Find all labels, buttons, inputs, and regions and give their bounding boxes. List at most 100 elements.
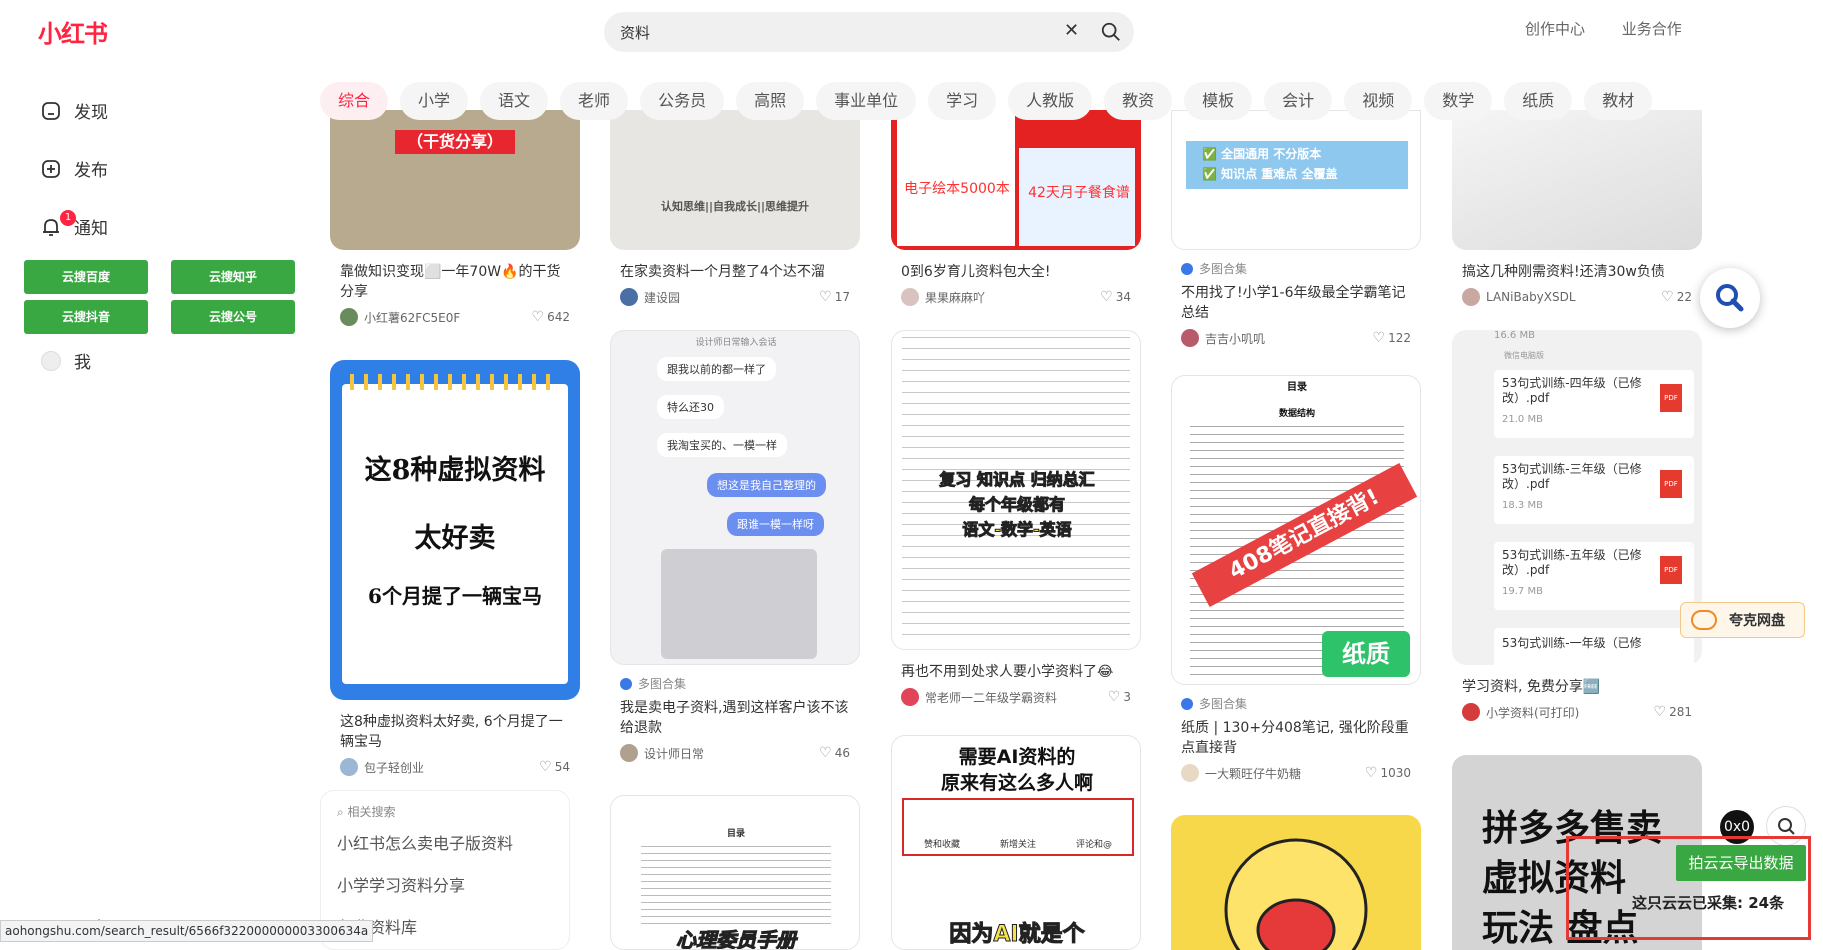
export-data-button[interactable]: 拍云云导出数据 — [1676, 845, 1806, 881]
tab-item[interactable]: 纸质 — [1504, 82, 1573, 120]
tab-item[interactable]: 模板 — [1184, 82, 1253, 120]
note-card[interactable]: 目录 数据结构 408笔记直接背! 纸质 多图合集 纸质 | 130+分408笔… — [1171, 375, 1421, 782]
note-cover[interactable] — [1452, 110, 1702, 250]
author-name[interactable]: 小学资料(可打印) — [1486, 704, 1654, 721]
creator-center-link[interactable]: 创作中心 — [1525, 20, 1585, 38]
note-card[interactable]: 电子绘本5000本 42天月子餐食谱 0到6岁育儿资料包大全! 果果麻麻吖 ♡ 3… — [891, 110, 1141, 306]
author-name[interactable]: 设计师日常 — [644, 745, 819, 762]
author-name[interactable]: 小红薯62FC5E0F — [364, 309, 532, 326]
floating-search-button[interactable] — [1700, 268, 1760, 328]
note-title[interactable]: 纸质 | 130+分408笔记, 强化阶段重点直接背 — [1171, 718, 1421, 758]
note-cover[interactable]: 16.6 MB 微信电脑版 53句式训练-四年级（已修改）.pdf 21.0 M… — [1452, 330, 1702, 665]
clear-icon[interactable]: ✕ — [1064, 20, 1079, 41]
like-count[interactable]: ♡ 642 — [532, 309, 570, 325]
note-cover[interactable]: （干货分享） — [330, 110, 580, 250]
note-title[interactable]: 在家卖资料一个月整了4个达不溜 — [610, 262, 860, 282]
note-card[interactable]: 16.6 MB 微信电脑版 53句式训练-四年级（已修改）.pdf 21.0 M… — [1452, 330, 1702, 721]
author-name[interactable]: 常老师一二年级学霸资料 — [925, 689, 1108, 706]
search-input[interactable] — [620, 20, 1040, 44]
note-cover[interactable]: 目录 数据结构 408笔记直接背! 纸质 — [1171, 375, 1421, 685]
tab-item[interactable]: 公务员 — [640, 82, 725, 120]
tab-all[interactable]: 综合 — [320, 82, 389, 120]
search-icon[interactable] — [1100, 21, 1122, 43]
tab-item[interactable]: 老师 — [560, 82, 629, 120]
like-count[interactable]: ♡ 3 — [1108, 689, 1131, 705]
note-title[interactable]: 搞这几种刚需资料!还清30w负债 — [1452, 262, 1702, 282]
tab-item[interactable]: 数学 — [1424, 82, 1493, 120]
tab-item[interactable]: 视频 — [1344, 82, 1413, 120]
note-title[interactable]: 我是卖电子资料,遇到这样客户该不该给退款 — [610, 698, 860, 738]
avatar[interactable] — [340, 308, 358, 326]
cloud-search-zhihu-button[interactable]: 云搜知乎 — [171, 260, 295, 294]
note-cover[interactable]: 设计师日常输入会话 跟我以前的都一样了 特么还30 我淘宝买的、一模一样 想这是… — [610, 330, 860, 665]
tab-item[interactable]: 小学 — [400, 82, 469, 120]
author-name[interactable]: LANiBabyXSDL — [1486, 290, 1661, 304]
cloud-search-douyin-button[interactable]: 云搜抖音 — [24, 300, 148, 334]
note-cover[interactable]: 复习 知识点 归纳总汇 每个年级都有 语文-数学-英语 — [891, 330, 1141, 650]
avatar[interactable] — [620, 288, 638, 306]
note-title[interactable]: 靠做知识变现⬜一年70W🔥的干货分享 — [330, 262, 580, 302]
note-card[interactable]: 需要AI资料的 原来有这么多人啊 赞和收藏 新增关注 评论和@ 因为AI就是个 — [891, 735, 1141, 950]
xiaohongshu-logo[interactable]: 小红书 — [38, 14, 108, 49]
avatar[interactable] — [1181, 329, 1199, 347]
note-card[interactable]: 搞这几种刚需资料!还清30w负债 LANiBabyXSDL ♡ 22 — [1452, 110, 1702, 306]
tab-item[interactable]: 学习 — [928, 82, 997, 120]
note-title[interactable]: 不用找了!小学1-6年级最全学霸笔记总结 — [1171, 283, 1421, 323]
like-count[interactable]: ♡ 22 — [1661, 289, 1692, 305]
note-cover[interactable]: 目录 心理委员手册 — [610, 795, 860, 950]
cloud-search-baidu-button[interactable]: 云搜百度 — [24, 260, 148, 294]
note-cover[interactable]: 这8种虚拟资料 太好卖 6个月提了一辆宝马 — [330, 360, 580, 700]
note-card[interactable]: 认知思维||自我成长||思维提升 在家卖资料一个月整了4个达不溜 建设园 ♡ 17 — [610, 110, 860, 306]
note-cover[interactable]: ✅ 全国通用 不分版本 ✅ 知识点 重难点 全覆盖 — [1171, 110, 1421, 250]
tab-item[interactable]: 人教版 — [1008, 82, 1093, 120]
note-title[interactable]: 这8种虚拟资料太好卖, 6个月提了一辆宝马 — [330, 712, 580, 752]
note-card[interactable]: 这8种虚拟资料 太好卖 6个月提了一辆宝马 这8种虚拟资料太好卖, 6个月提了一… — [330, 360, 580, 776]
sidebar-item-publish[interactable]: 发布 — [40, 156, 108, 181]
related-search-item[interactable]: 小学学习资料分享 — [337, 872, 553, 896]
like-count[interactable]: ♡ 122 — [1373, 330, 1411, 346]
note-title[interactable]: 0到6岁育儿资料包大全! — [891, 262, 1141, 282]
note-card[interactable]: 目录 心理委员手册 — [610, 795, 860, 950]
like-count[interactable]: ♡ 17 — [819, 289, 850, 305]
avatar[interactable] — [620, 744, 638, 762]
note-cover[interactable] — [1171, 815, 1421, 950]
like-count[interactable]: ♡ 281 — [1654, 704, 1692, 720]
tab-item[interactable]: 会计 — [1264, 82, 1333, 120]
author-name[interactable]: 包子轻创业 — [364, 759, 539, 776]
tab-item[interactable]: 教资 — [1104, 82, 1173, 120]
author-name[interactable]: 建设园 — [644, 289, 819, 306]
note-card[interactable]: 设计师日常输入会话 跟我以前的都一样了 特么还30 我淘宝买的、一模一样 想这是… — [610, 330, 860, 762]
note-cover[interactable]: 电子绘本5000本 42天月子餐食谱 — [891, 110, 1141, 250]
business-link[interactable]: 业务合作 — [1622, 20, 1682, 38]
avatar[interactable] — [1462, 288, 1480, 306]
avatar[interactable] — [340, 758, 358, 776]
tab-item[interactable]: 语文 — [480, 82, 549, 120]
like-count[interactable]: ♡ 1030 — [1365, 765, 1411, 781]
cloud-search-wechat-button[interactable]: 云搜公号 — [171, 300, 295, 334]
author-name[interactable]: 一大颗旺仔牛奶糖 — [1205, 765, 1365, 782]
avatar[interactable] — [901, 288, 919, 306]
sidebar-item-me[interactable]: 我 — [40, 348, 91, 373]
note-title[interactable]: 再也不用到处求人要小学资料了😂 — [891, 662, 1141, 682]
quark-drive-button[interactable]: 夸克网盘 — [1680, 602, 1805, 638]
tab-item[interactable]: 高照 — [736, 82, 805, 120]
author-name[interactable]: 吉吉小叽叽 — [1205, 330, 1373, 347]
note-card[interactable]: ✅ 全国通用 不分版本 ✅ 知识点 重难点 全覆盖 多图合集 不用找了!小学1-… — [1171, 110, 1421, 347]
tab-item[interactable]: 教材 — [1584, 82, 1653, 120]
note-title[interactable]: 学习资料, 免费分享🆓 — [1452, 677, 1702, 697]
like-count[interactable]: ♡ 34 — [1100, 289, 1131, 305]
sidebar-item-discover[interactable]: 发现 — [40, 98, 108, 123]
author-name[interactable]: 果果麻麻吖 — [925, 289, 1100, 306]
note-card[interactable] — [1171, 815, 1421, 950]
sidebar-item-notifications[interactable]: 1 通知 — [40, 209, 108, 239]
tab-item[interactable]: 事业单位 — [816, 82, 917, 120]
note-card[interactable]: 复习 知识点 归纳总汇 每个年级都有 语文-数学-英语 再也不用到处求人要小学资… — [891, 330, 1141, 706]
note-card[interactable]: （干货分享） 靠做知识变现⬜一年70W🔥的干货分享 小红薯62FC5E0F ♡ 6… — [330, 110, 580, 326]
like-count[interactable]: ♡ 54 — [539, 759, 570, 775]
note-cover[interactable]: 认知思维||自我成长||思维提升 — [610, 110, 860, 250]
avatar[interactable] — [1462, 703, 1480, 721]
related-search-item[interactable]: 小红书怎么卖电子版资料 — [337, 830, 553, 854]
avatar[interactable] — [901, 688, 919, 706]
like-count[interactable]: ♡ 46 — [819, 745, 850, 761]
avatar[interactable] — [1181, 764, 1199, 782]
